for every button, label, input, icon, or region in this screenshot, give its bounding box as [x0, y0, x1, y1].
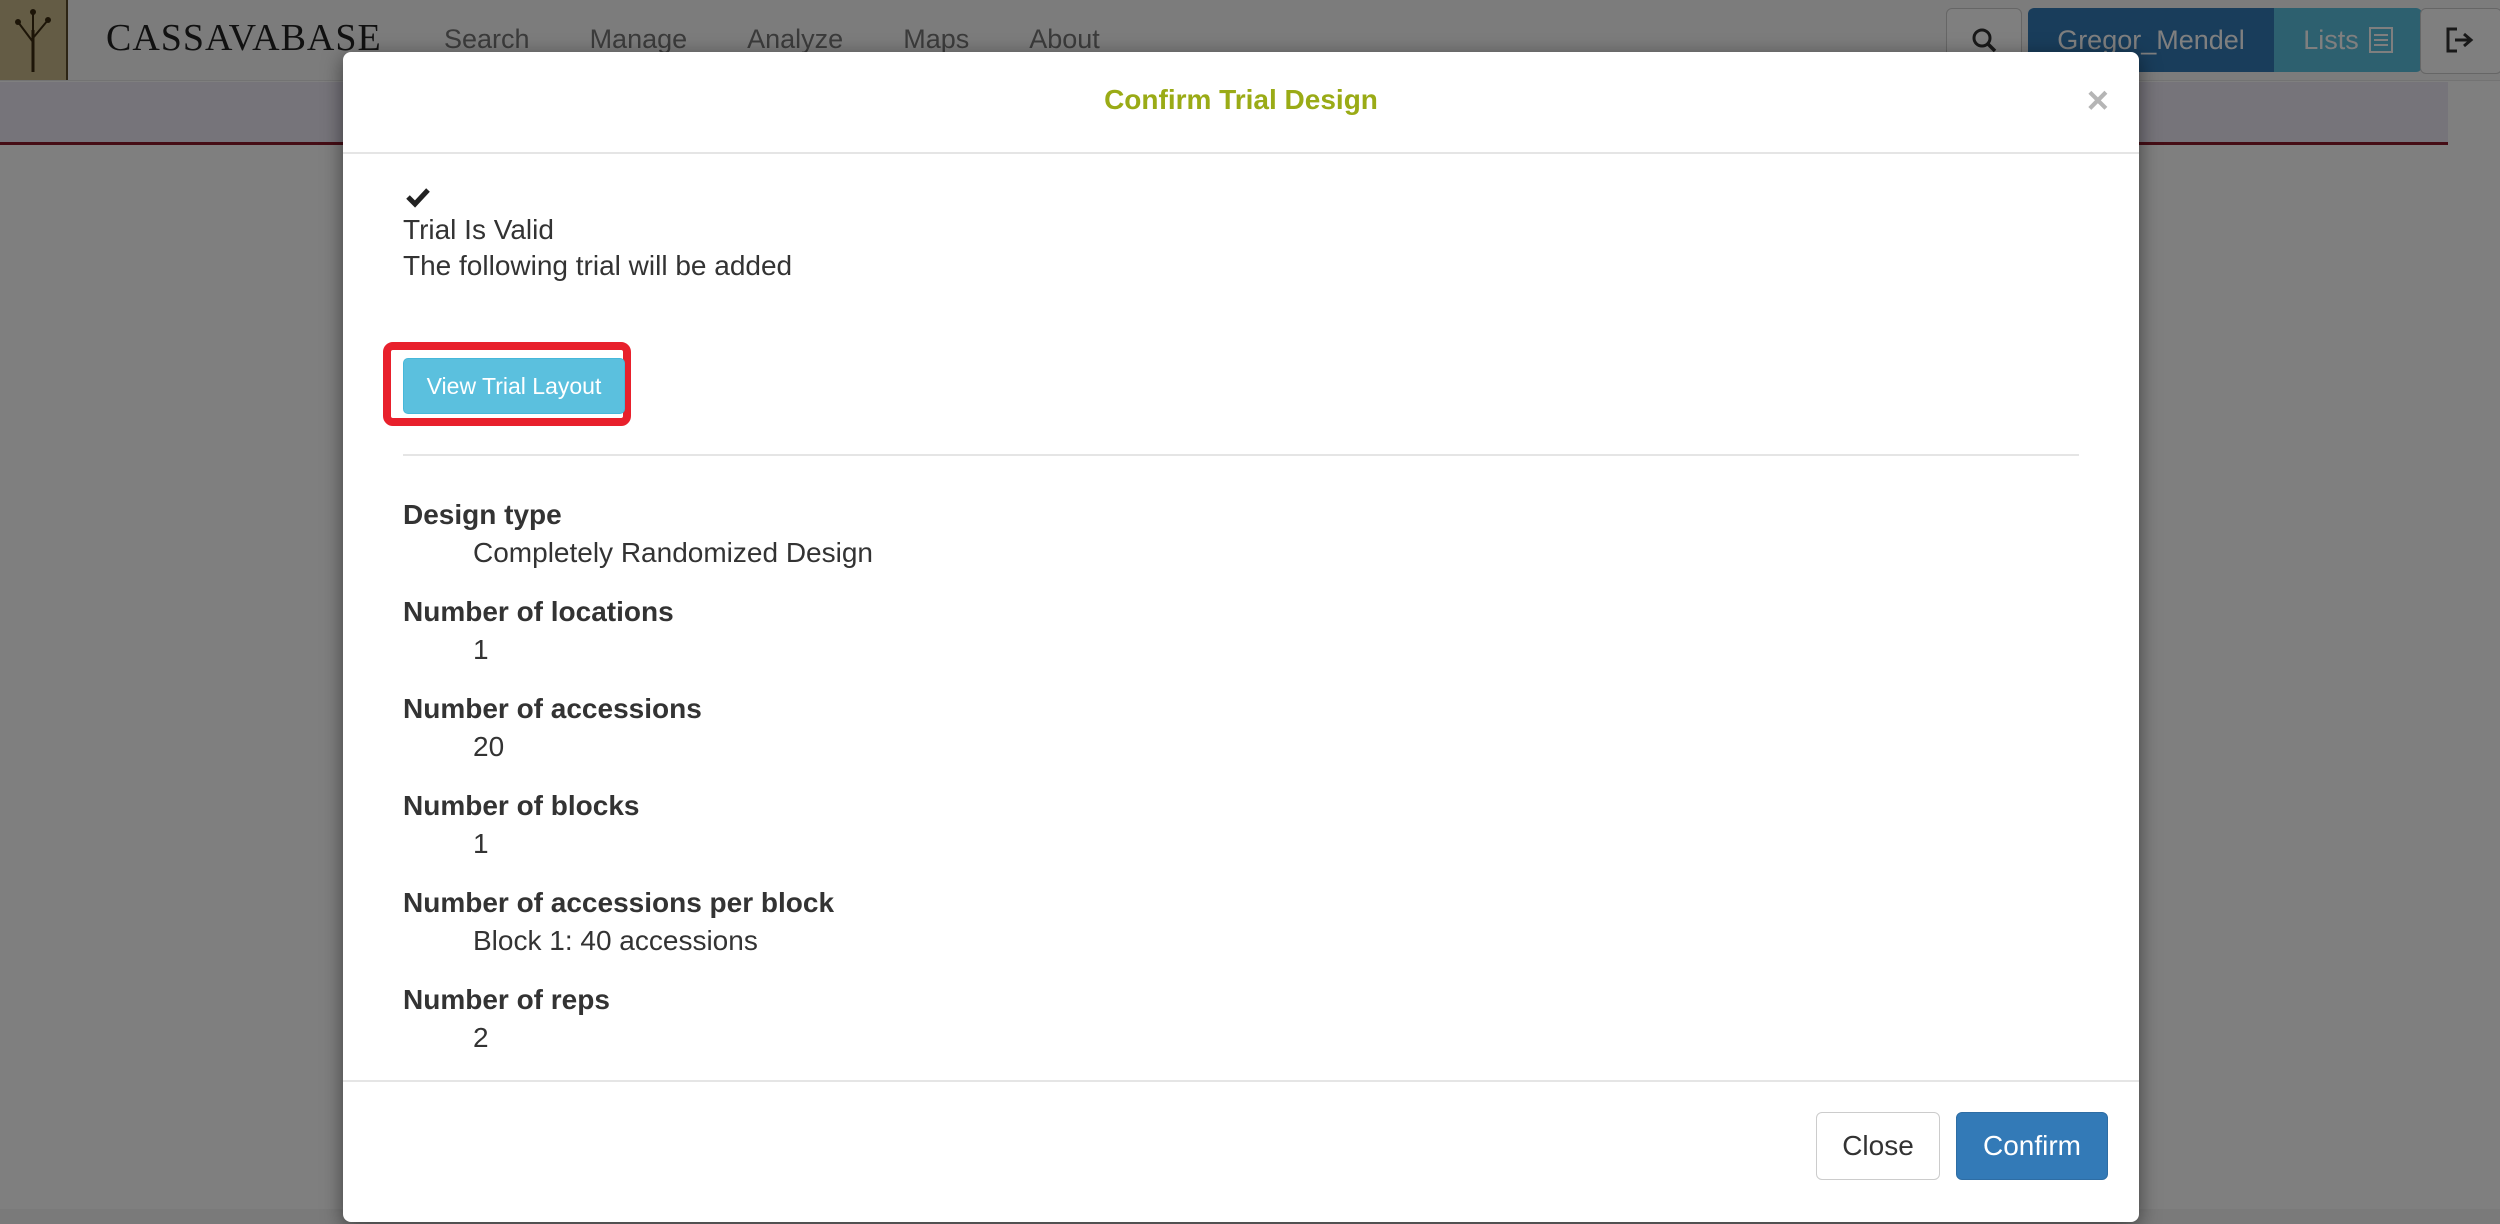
detail-label-accessions-per-block: Number of accessions per block — [403, 887, 835, 918]
detail-label-accessions: Number of accessions — [403, 693, 702, 724]
checkmark-icon — [406, 188, 430, 208]
divider — [403, 454, 2079, 456]
detail-label-design-type: Design type — [403, 499, 562, 530]
detail-label-locations: Number of locations — [403, 596, 674, 627]
confirm-trial-design-dialog: Confirm Trial Design × Trial Is Valid Th… — [343, 52, 2139, 1222]
detail-value-locations: 1 — [473, 634, 489, 665]
trial-valid-status: Trial Is Valid — [403, 214, 554, 245]
detail-value-design-type: Completely Randomized Design — [473, 537, 873, 568]
detail-label-blocks: Number of blocks — [403, 790, 640, 821]
modal-header: Confirm Trial Design × — [343, 52, 2139, 154]
confirm-button[interactable]: Confirm — [1956, 1112, 2108, 1180]
modal-footer: Close Confirm — [343, 1080, 2139, 1224]
modal-body: Trial Is Valid The following trial will … — [383, 182, 2079, 1053]
trial-add-message: The following trial will be added — [403, 250, 793, 281]
close-icon[interactable]: × — [2087, 80, 2109, 123]
view-trial-layout-button[interactable]: View Trial Layout — [403, 358, 625, 414]
detail-label-reps: Number of reps — [403, 984, 610, 1015]
detail-value-blocks: 1 — [473, 828, 489, 859]
close-button[interactable]: Close — [1816, 1112, 1940, 1180]
modal-title: Confirm Trial Design — [1104, 84, 1378, 115]
detail-value-reps: 2 — [473, 1022, 489, 1053]
detail-value-accessions: 20 — [473, 731, 505, 762]
detail-value-accessions-per-block: Block 1: 40 accessions — [473, 925, 758, 956]
design-details: Design type Completely Randomized Design… — [403, 498, 2079, 1080]
